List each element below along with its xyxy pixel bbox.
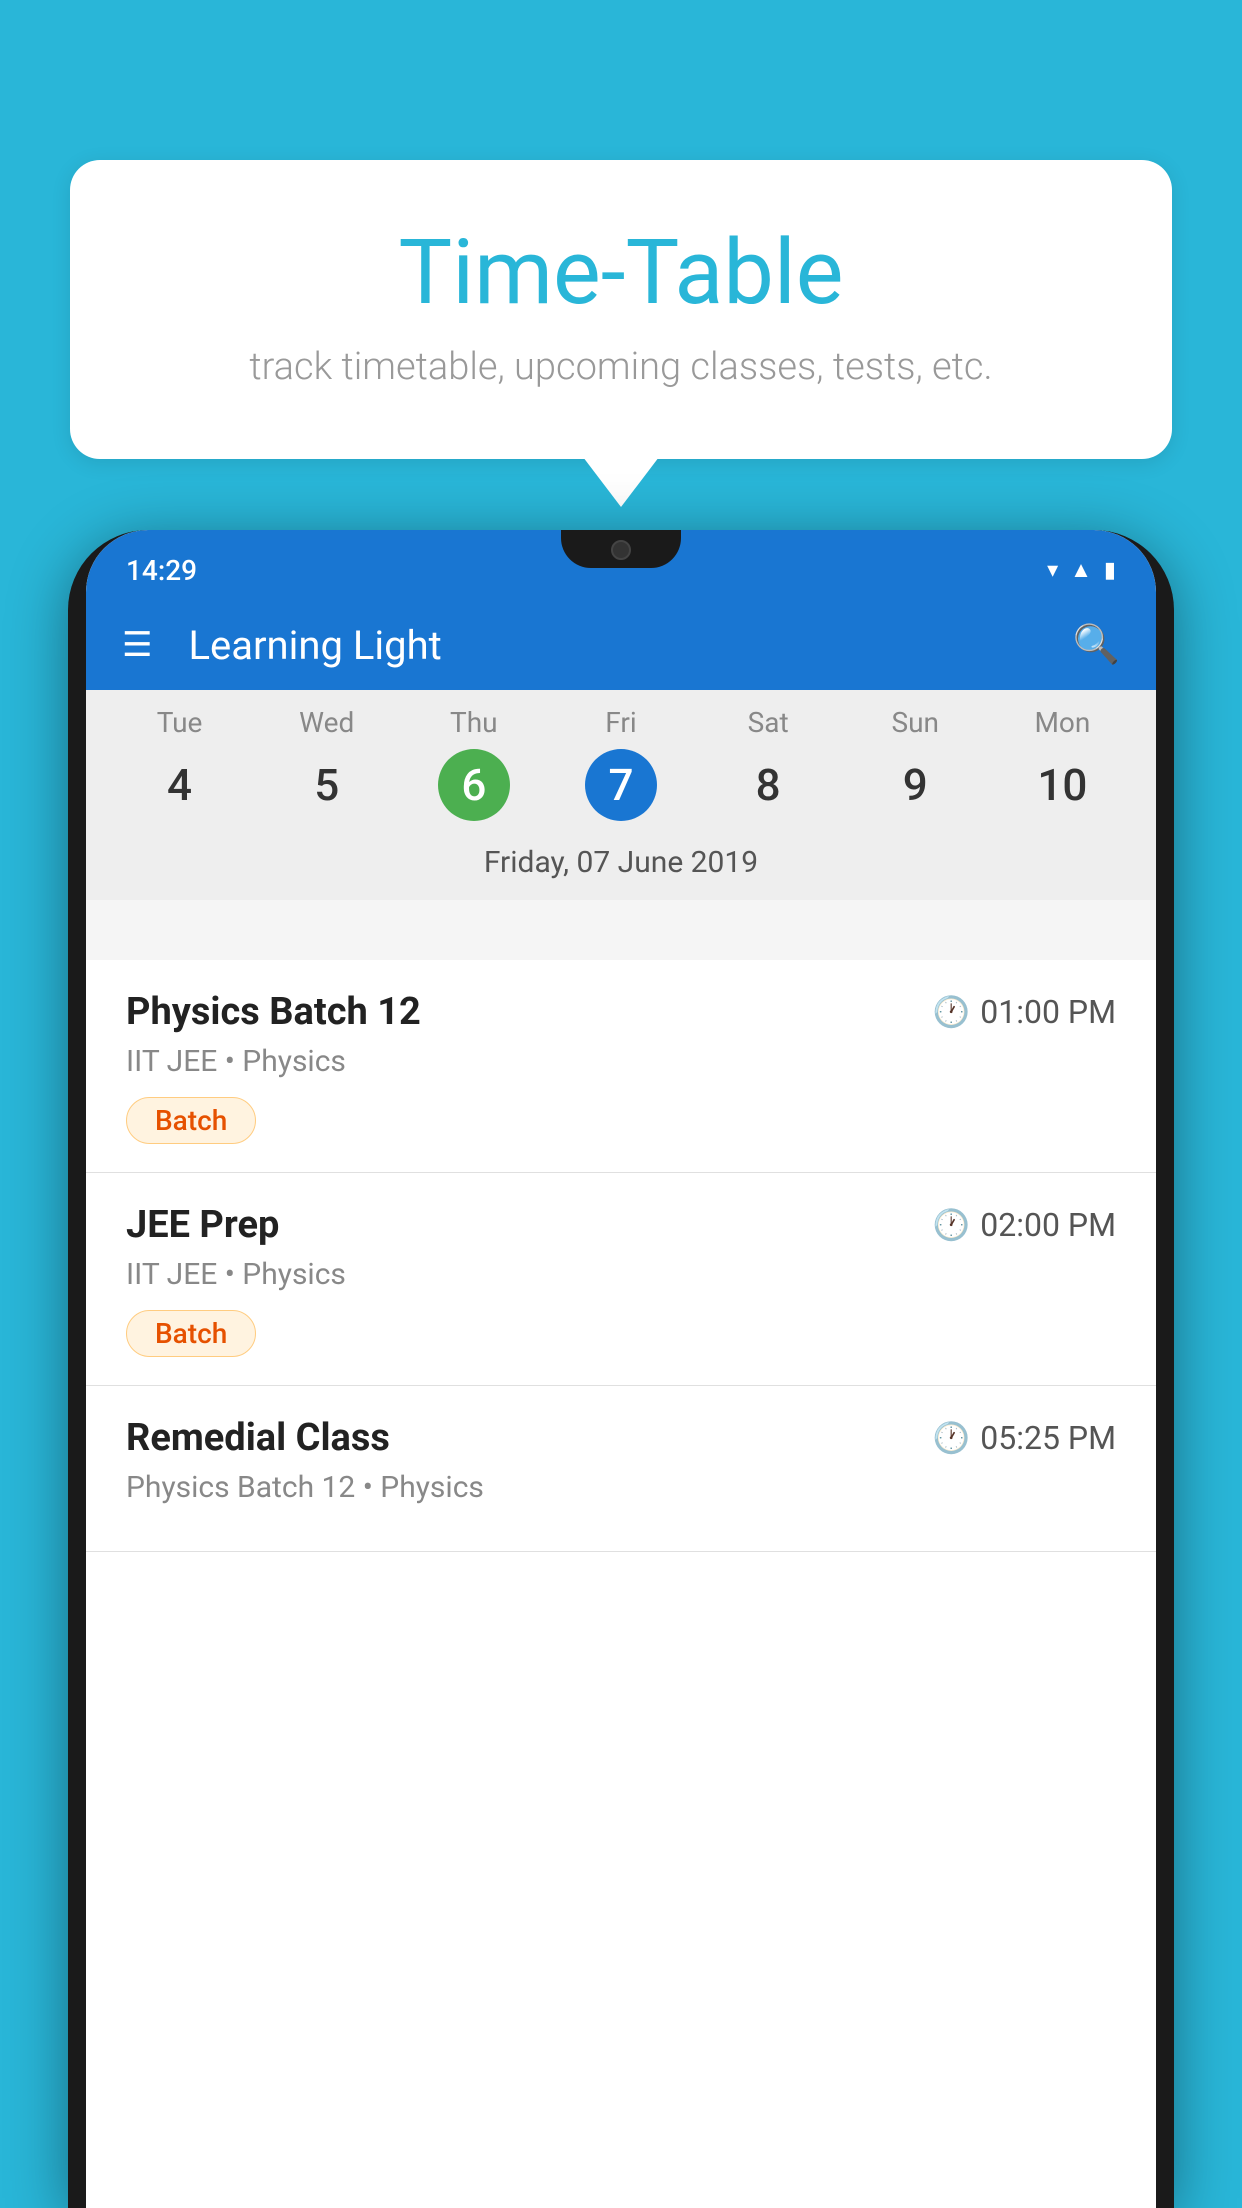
item-title: JEE Prep	[126, 1203, 279, 1247]
day-col-fri[interactable]: Fri 7	[561, 706, 681, 821]
app-title: Learning Light	[188, 622, 1072, 669]
day-label: Sat	[748, 706, 789, 739]
phone-frame: 14:29 ▾ ▲ ▮ ☰ Learning Light 🔍 Tue4Wed5T…	[68, 530, 1174, 2208]
schedule-item[interactable]: JEE Prep 🕐 02:00 PM IIT JEE • Physics Batch	[86, 1173, 1156, 1386]
day-label: Tue	[157, 706, 203, 739]
speech-bubble: Time-Table track timetable, upcoming cla…	[70, 160, 1172, 459]
day-col-mon[interactable]: Mon 10	[1002, 706, 1122, 821]
day-label: Sun	[892, 706, 940, 739]
item-time: 🕐 01:00 PM	[933, 993, 1116, 1031]
item-top-row: Physics Batch 12 🕐 01:00 PM	[126, 990, 1116, 1034]
batch-badge: Batch	[126, 1097, 256, 1144]
item-top-row: Remedial Class 🕐 05:25 PM	[126, 1416, 1116, 1460]
item-top-row: JEE Prep 🕐 02:00 PM	[126, 1203, 1116, 1247]
item-time: 🕐 05:25 PM	[933, 1419, 1116, 1457]
clock-icon: 🕐	[933, 1421, 970, 1456]
battery-icon: ▮	[1104, 558, 1116, 583]
camera-icon	[611, 540, 631, 560]
day-label: Thu	[450, 706, 498, 739]
schedule-item[interactable]: Physics Batch 12 🕐 01:00 PM IIT JEE • Physi…	[86, 960, 1156, 1173]
day-label: Fri	[605, 706, 636, 739]
app-bar: ☰ Learning Light 🔍	[86, 600, 1156, 690]
schedule-list: Physics Batch 12 🕐 01:00 PM IIT JEE • Physi…	[86, 960, 1156, 2208]
phone-notch	[561, 530, 681, 568]
status-time: 14:29	[126, 544, 197, 587]
search-icon[interactable]: 🔍	[1073, 623, 1120, 667]
batch-badge: Batch	[126, 1310, 256, 1357]
bubble-subtitle: track timetable, upcoming classes, tests…	[150, 345, 1092, 389]
days-row: Tue 4 Wed 5 Thu 6 Fri 7 Sat 8 Sun 9 Mon 10	[86, 706, 1156, 821]
time-text: 01:00 PM	[980, 993, 1116, 1031]
bubble-title: Time-Table	[150, 220, 1092, 325]
schedule-item[interactable]: Remedial Class 🕐 05:25 PM Physics Batch 12 …	[86, 1386, 1156, 1552]
item-subtitle: Physics Batch 12 • Physics	[126, 1470, 1116, 1505]
clock-icon: 🕐	[933, 995, 970, 1030]
day-number[interactable]: 4	[144, 749, 216, 821]
calendar-section: Tue 4 Wed 5 Thu 6 Fri 7 Sat 8 Sun 9 Mon 10 Friday, 07…	[86, 690, 1156, 900]
day-number[interactable]: 10	[1026, 749, 1098, 821]
day-number[interactable]: 9	[879, 749, 951, 821]
time-text: 02:00 PM	[980, 1206, 1116, 1244]
day-number[interactable]: 6	[438, 749, 510, 821]
item-subtitle: IIT JEE • Physics	[126, 1044, 1116, 1079]
day-number[interactable]: 8	[732, 749, 804, 821]
day-col-sun[interactable]: Sun 9	[855, 706, 975, 821]
signal-icon: ▲	[1070, 557, 1092, 583]
item-title: Remedial Class	[126, 1416, 390, 1460]
phone-screen: 14:29 ▾ ▲ ▮ ☰ Learning Light 🔍 Tue4Wed5T…	[86, 530, 1156, 2208]
item-time: 🕐 02:00 PM	[933, 1206, 1116, 1244]
day-label: Wed	[299, 706, 354, 739]
selected-date-label: Friday, 07 June 2019	[86, 831, 1156, 894]
day-col-sat[interactable]: Sat 8	[708, 706, 828, 821]
item-subtitle: IIT JEE • Physics	[126, 1257, 1116, 1292]
day-label: Mon	[1034, 706, 1090, 739]
day-number[interactable]: 5	[291, 749, 363, 821]
time-text: 05:25 PM	[980, 1419, 1116, 1457]
day-col-tue[interactable]: Tue 4	[120, 706, 240, 821]
item-title: Physics Batch 12	[126, 990, 421, 1034]
clock-icon: 🕐	[933, 1208, 970, 1243]
day-number[interactable]: 7	[585, 749, 657, 821]
day-col-wed[interactable]: Wed 5	[267, 706, 387, 821]
day-col-thu[interactable]: Thu 6	[414, 706, 534, 821]
status-icons: ▾ ▲ ▮	[1047, 547, 1116, 583]
wifi-icon: ▾	[1047, 558, 1058, 583]
hamburger-icon[interactable]: ☰	[122, 628, 152, 662]
